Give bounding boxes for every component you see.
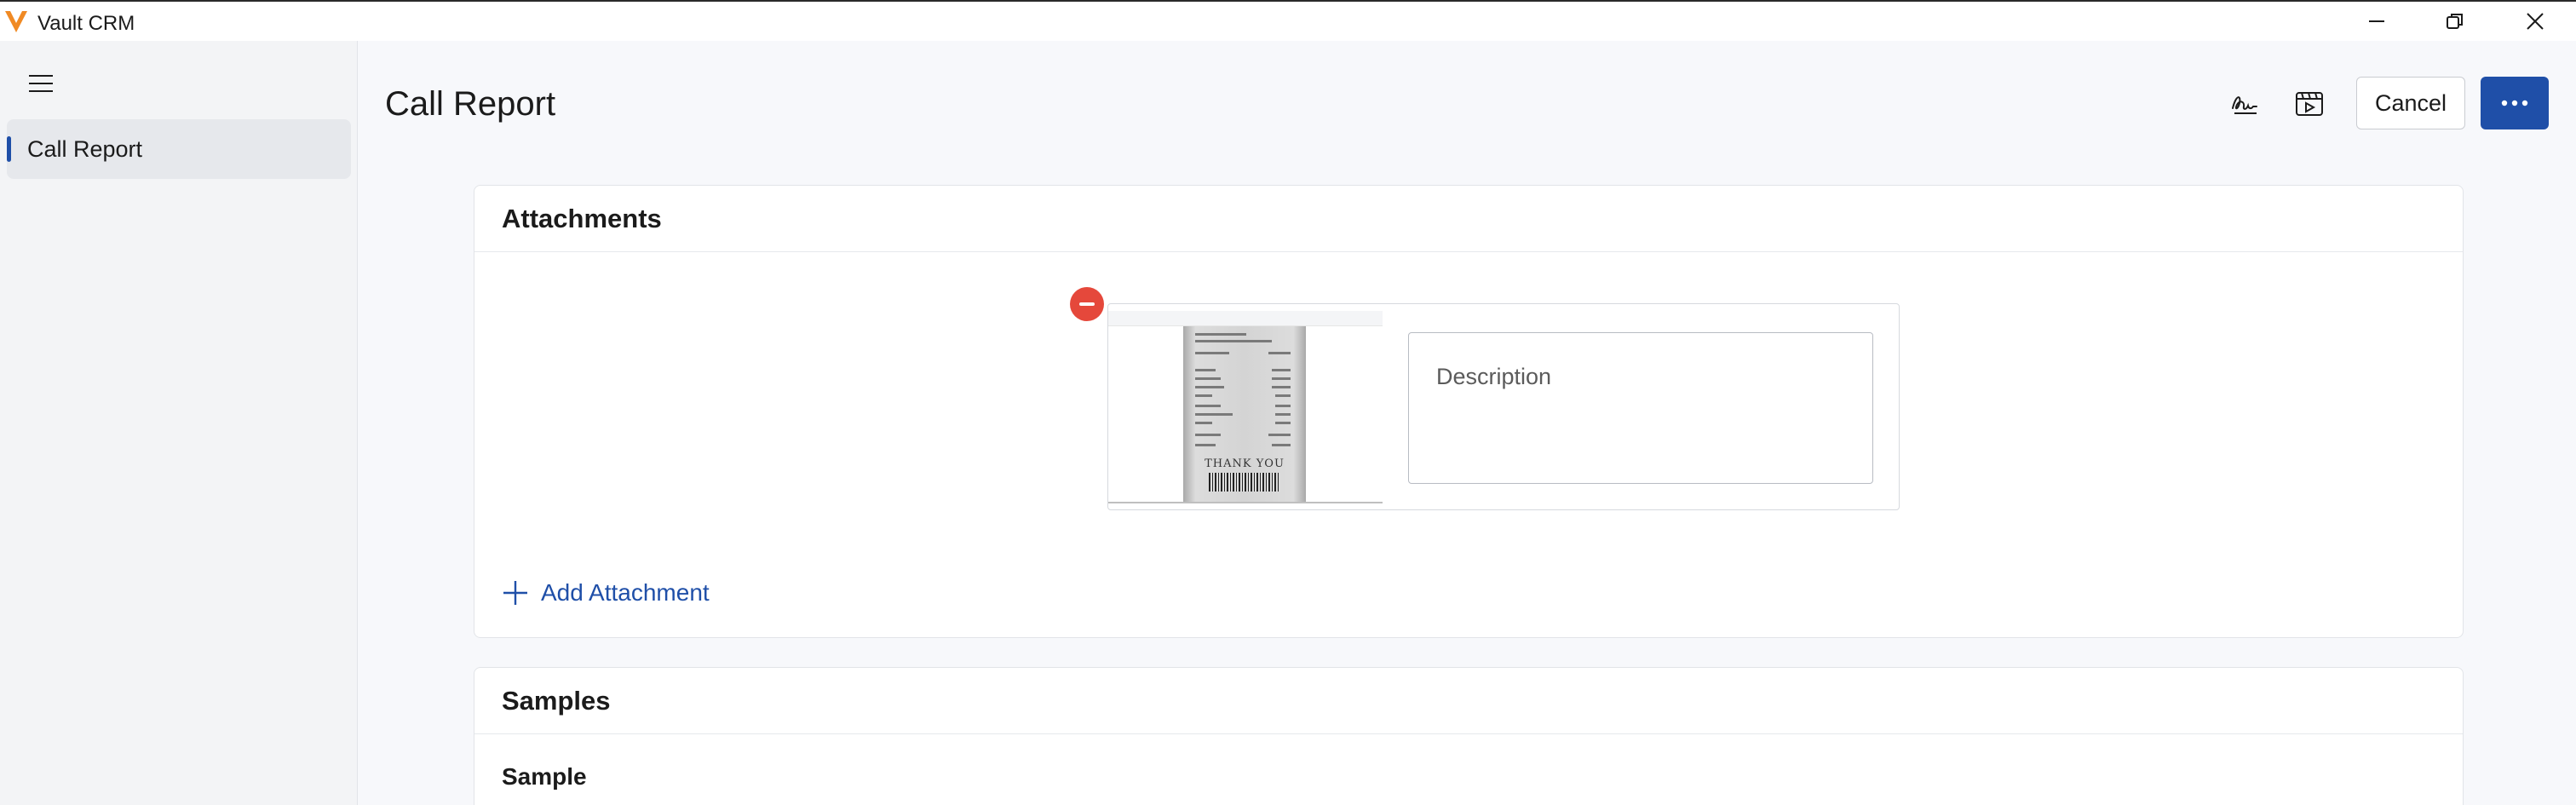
title-bar: Vault CRM [0,0,2576,41]
samples-section: Samples Sample [474,667,2464,805]
close-window-button[interactable] [2496,2,2574,41]
signature-button[interactable] [2219,83,2270,124]
restore-button[interactable] [2416,2,2494,41]
media-button[interactable] [2284,83,2335,124]
samples-title: Samples [474,668,2463,734]
sidebar-item-call-report[interactable]: Call Report [7,119,351,179]
app-title: Vault CRM [37,12,135,35]
sidebar-item-label: Call Report [27,135,143,162]
receipt-thank-you-text: THANK YOU [1205,457,1285,470]
sample-field-label: Sample [502,763,587,790]
attachments-title: Attachments [474,186,2463,252]
remove-attachment-button[interactable] [1070,287,1104,321]
media-icon [2296,92,2323,116]
main-content: Call Report Cancel Attachments THANK YOU… [359,41,2576,805]
sidebar: Call Report [0,41,358,805]
more-actions-button[interactable] [2481,77,2549,129]
attachment-thumbnail[interactable]: THANK YOU [1108,311,1383,503]
receipt-image: THANK YOU [1183,326,1306,502]
selected-indicator [7,136,11,162]
attachment-item: THANK YOU [1107,303,1900,510]
barcode-graphic [1209,473,1280,492]
minimize-button[interactable] [2337,2,2416,41]
attachments-section: Attachments THANK YOU Description Add At… [474,185,2464,638]
add-attachment-button[interactable]: Add Attachment [502,579,710,607]
restore-icon [2447,14,2463,29]
add-attachment-label: Add Attachment [541,579,710,606]
hamburger-icon [29,75,53,92]
attachment-description-field[interactable] [1408,332,1873,484]
menu-button[interactable] [20,66,61,101]
more-icon [2501,100,2528,106]
thumbnail-header-strip [1108,311,1383,326]
minimize-icon [2369,20,2384,22]
signature-icon [2232,96,2257,114]
vault-logo-icon [5,11,27,32]
close-icon [2527,13,2544,30]
cancel-button[interactable]: Cancel [2356,77,2465,129]
page-title: Call Report [385,85,556,123]
plus-icon [503,581,527,605]
